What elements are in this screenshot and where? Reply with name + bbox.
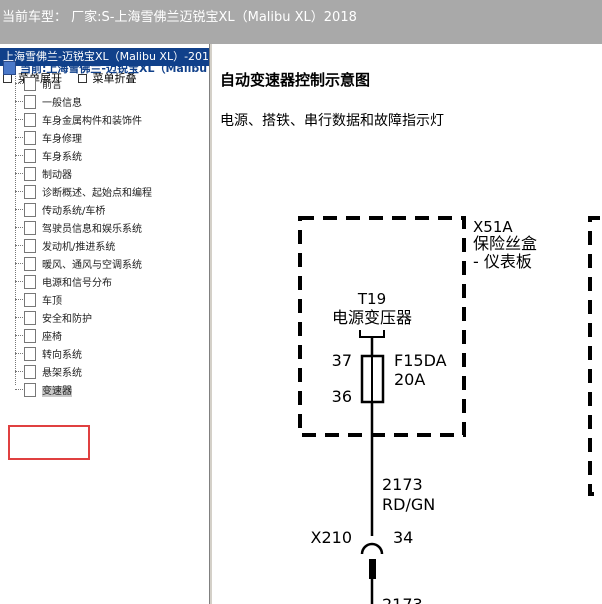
document-icon xyxy=(24,202,36,217)
tree-item-hvac[interactable]: 暖风、通风与空调系统 xyxy=(15,256,142,274)
document-icon xyxy=(24,148,36,163)
tree-root-label: 当前:上海雪佛兰-迈锐宝XL（Malibu XL） xyxy=(20,62,238,75)
vehicle-title: 当前车型： 厂家:S-上海雪佛兰迈锐宝XL（Malibu XL）2018 xyxy=(2,10,357,25)
wire-number-label: 2173 xyxy=(382,475,423,494)
tree-item-diagnostics[interactable]: 诊断概述、起始点和编程 xyxy=(15,184,152,202)
document-icon xyxy=(24,112,36,127)
document-icon xyxy=(24,364,36,379)
tree-item-body-systems[interactable]: 车身系统 xyxy=(15,148,82,166)
connector-x210-symbol xyxy=(360,542,384,555)
tree-item-general-info[interactable]: 一般信息 xyxy=(15,94,82,112)
tree-item-seats[interactable]: 座椅 xyxy=(15,328,62,346)
document-icon xyxy=(24,328,36,343)
wire-number-lower-label: 2173 xyxy=(382,595,423,604)
document-icon xyxy=(24,130,36,145)
document-icon xyxy=(24,184,36,199)
tree-item-engine[interactable]: 发动机/推进系统 xyxy=(15,238,115,256)
tree-root[interactable]: 当前:上海雪佛兰-迈锐宝XL（Malibu XL） xyxy=(3,60,237,76)
fuse-id-label: F15DA xyxy=(394,351,447,370)
title-bar: 当前车型： 厂家:S-上海雪佛兰迈锐宝XL（Malibu XL）2018 xyxy=(0,0,602,44)
fuse-box-name-1: 保险丝盒 xyxy=(473,234,537,253)
fuse-box-name-2: - 仪表板 xyxy=(473,252,532,271)
transformer-name: 电源变压器 xyxy=(332,308,412,327)
pin-36-label: 36 xyxy=(332,387,352,406)
selection-highlight-box xyxy=(8,425,90,460)
tree-item-body-repair[interactable]: 车身修理 xyxy=(15,130,82,148)
tree-item-transmission[interactable]: 变速器 xyxy=(15,382,72,400)
wire-color-label: RD/GN xyxy=(382,495,435,514)
document-icon xyxy=(24,220,36,235)
document-icon xyxy=(24,382,36,397)
tree-item-suspension[interactable]: 悬架系统 xyxy=(15,364,82,382)
document-icon xyxy=(24,166,36,181)
adjacent-box-outline xyxy=(588,216,600,496)
tree-item-brakes[interactable]: 制动器 xyxy=(15,166,72,184)
fuse-rating-label: 20A xyxy=(394,370,425,389)
wiring-diagram: X51A 保险丝盒 - 仪表板 T19 电源变压器 37 36 F15DA 20… xyxy=(298,216,600,604)
tree-item-body-metal[interactable]: 车身金属构件和装饰件 xyxy=(15,112,142,130)
tree-item-roof[interactable]: 车顶 xyxy=(15,292,62,310)
tree-item-safety[interactable]: 安全和防护 xyxy=(15,310,92,328)
document-icon xyxy=(24,76,36,91)
transformer-id: T19 xyxy=(357,290,386,308)
pin-37-label: 37 xyxy=(332,351,352,370)
document-icon xyxy=(24,274,36,289)
document-icon xyxy=(24,94,36,109)
content-pane: 自动变速器控制示意图 电源、搭铁、串行数据和故障指示灯 X51A 保险丝盒 - … xyxy=(212,44,602,604)
tree-item-power-signal[interactable]: 电源和信号分布 xyxy=(15,274,112,292)
document-icon xyxy=(24,238,36,253)
document-icon xyxy=(24,310,36,325)
connector-pin-label: 34 xyxy=(393,528,413,547)
tree-item-driveline[interactable]: 传动系统/车桥 xyxy=(15,202,105,220)
document-icon xyxy=(24,292,36,307)
root-folder-icon xyxy=(3,61,16,75)
tree-item-preface[interactable]: 前言 xyxy=(15,76,62,94)
document-icon xyxy=(24,256,36,271)
document-icon xyxy=(24,346,36,361)
tree-item-steering[interactable]: 转向系统 xyxy=(15,346,82,364)
connector-pin-symbol xyxy=(369,559,376,579)
connector-id-label: X210 xyxy=(311,528,353,547)
tree-item-driver-info[interactable]: 驾驶员信息和娱乐系统 xyxy=(15,220,142,238)
transformer-symbol xyxy=(359,330,385,338)
